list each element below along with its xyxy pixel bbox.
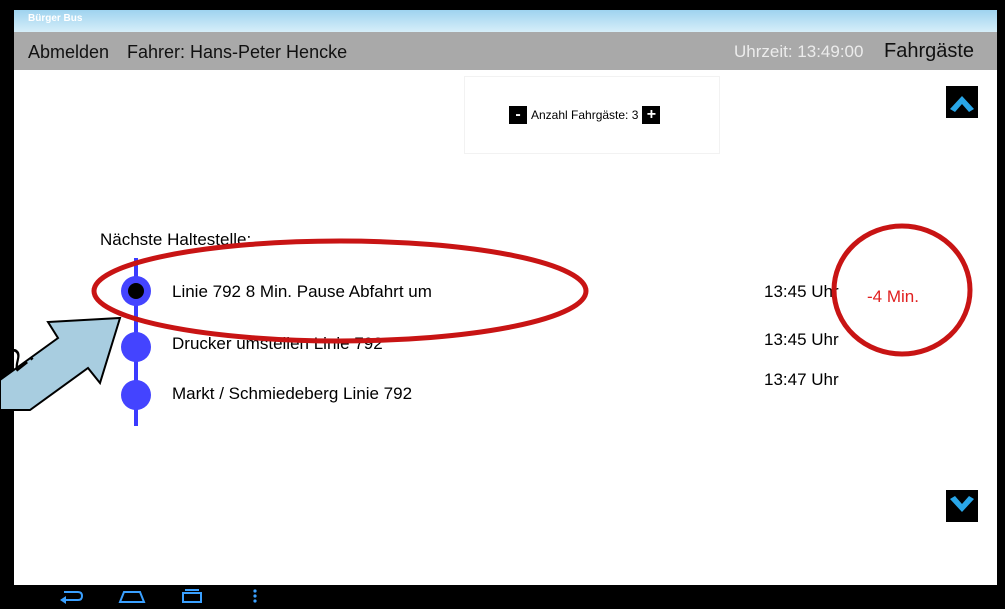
- stop-time: 13:45 Uhr: [764, 330, 839, 349]
- scroll-up-button[interactable]: [946, 86, 978, 118]
- current-position-indicator: [128, 283, 144, 299]
- passengers-button[interactable]: Fahrgäste: [884, 40, 974, 63]
- menu-dots-icon[interactable]: [252, 588, 258, 609]
- android-nav-bar: [0, 585, 1005, 607]
- back-icon[interactable]: [58, 588, 84, 609]
- chevron-up-icon: [950, 96, 974, 112]
- home-icon[interactable]: [118, 588, 146, 609]
- header-bar: Abmelden Fahrer: Hans-Peter Hencke Uhrze…: [14, 32, 997, 70]
- clock-time: Uhrzeit: 13:49:00: [734, 42, 864, 61]
- recent-apps-icon[interactable]: [180, 588, 204, 609]
- tablet-screen: Bürger Bus Abmelden Fahrer: Hans-Peter H…: [14, 10, 997, 585]
- window-titlebar: Bürger Bus: [14, 10, 997, 32]
- app-title: Bürger Bus: [28, 13, 83, 24]
- logout-button[interactable]: Abmelden: [28, 42, 109, 63]
- increment-passengers-button[interactable]: +: [642, 106, 661, 124]
- next-stop-heading: Nächste Haltestelle:: [100, 230, 252, 249]
- passenger-counter-panel: - Anzahl Fahrgäste: 3 +: [465, 77, 719, 153]
- scroll-down-button[interactable]: [946, 490, 978, 522]
- driver-name: Fahrer: Hans-Peter Hencke: [127, 42, 348, 62]
- stop-marker[interactable]: [121, 332, 151, 362]
- stop-marker-current[interactable]: [121, 276, 151, 306]
- chevron-down-icon: [950, 496, 974, 512]
- delay-indicator: -4 Min.: [867, 287, 919, 306]
- stop-label[interactable]: Linie 792 8 Min. Pause Abfahrt um: [172, 282, 432, 302]
- decrement-passengers-button[interactable]: -: [509, 106, 527, 124]
- stop-time: 13:47 Uhr: [764, 370, 839, 389]
- stop-label[interactable]: Drucker umstellen Linie 792: [172, 334, 383, 354]
- stop-time: 13:45 Uhr: [764, 282, 839, 301]
- passenger-count-text: Anzahl Fahrgäste: 3: [531, 108, 639, 122]
- stop-marker[interactable]: [121, 380, 151, 410]
- stop-label[interactable]: Markt / Schmiedeberg Linie 792: [172, 384, 412, 404]
